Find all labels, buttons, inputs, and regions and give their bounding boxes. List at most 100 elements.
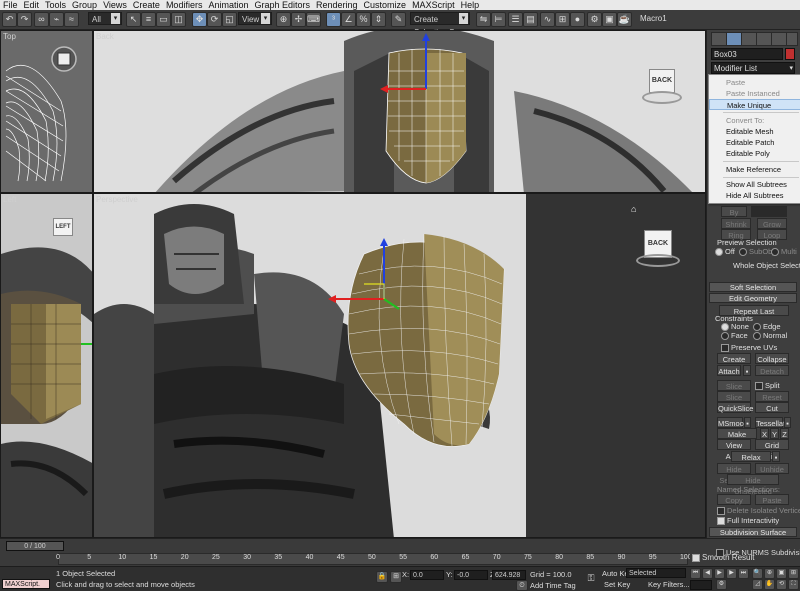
- preview-off-radio[interactable]: Off: [715, 247, 735, 257]
- constraint-normal-radio[interactable]: Normal: [753, 331, 787, 341]
- grow-button[interactable]: Grow: [757, 218, 787, 229]
- menu-group[interactable]: Group: [69, 0, 100, 10]
- relax-button[interactable]: Relax: [731, 451, 771, 462]
- set-key-button[interactable]: Set Key: [604, 580, 630, 589]
- viewcube-ring[interactable]: [636, 254, 680, 267]
- y-coord-field[interactable]: -0.0: [454, 570, 488, 580]
- delete-isolated-checkbox[interactable]: Delete Isolated Vertices: [717, 506, 800, 516]
- time-slider[interactable]: 0 / 100: [6, 541, 64, 551]
- select-scale-icon[interactable]: ◱: [222, 12, 237, 27]
- menu-edit[interactable]: Edit: [21, 0, 43, 10]
- x-coord-field[interactable]: 0.0: [410, 570, 444, 580]
- maximize-viewport-icon[interactable]: ⛶: [788, 579, 799, 590]
- material-editor-icon[interactable]: ●: [570, 12, 585, 27]
- viewcube-back[interactable]: BACK: [649, 69, 675, 93]
- menu-item-paste[interactable]: Paste: [709, 77, 800, 88]
- auto-key-dropdown[interactable]: Selected: [626, 568, 686, 578]
- add-time-tag[interactable]: Add Time Tag: [530, 581, 576, 590]
- next-frame-icon[interactable]: ▶: [726, 568, 737, 579]
- menu-animation[interactable]: Animation: [205, 0, 251, 10]
- graphite-ribbon-icon[interactable]: ▤: [523, 12, 538, 27]
- constraint-face-radio[interactable]: Face: [721, 331, 748, 341]
- display-tab-icon[interactable]: [771, 32, 787, 46]
- threshold-spinner[interactable]: [751, 206, 787, 217]
- angle-snap-icon[interactable]: ∠: [341, 12, 356, 27]
- make-planar-button[interactable]: Make Planar: [717, 428, 757, 450]
- key-filters-button[interactable]: Key Filters...: [648, 580, 690, 589]
- unlink-icon[interactable]: ⌁: [49, 12, 64, 27]
- select-by-name-icon[interactable]: ≡: [141, 12, 156, 27]
- bind-space-warp-icon[interactable]: ≈: [64, 12, 79, 27]
- play-icon[interactable]: ▶: [714, 568, 725, 579]
- object-name-field[interactable]: Box03: [711, 48, 783, 60]
- region-select-icon[interactable]: ▭: [156, 12, 171, 27]
- quickslice-button[interactable]: QuickSlice: [717, 402, 753, 413]
- select-move-icon[interactable]: ✥: [192, 12, 207, 27]
- menu-modifiers[interactable]: Modifiers: [163, 0, 206, 10]
- z-coord-field[interactable]: 624.928: [492, 570, 526, 580]
- menu-file[interactable]: File: [0, 0, 21, 10]
- zoom-extents-icon[interactable]: ▣: [776, 568, 787, 579]
- msmooth-button[interactable]: MSmooth: [717, 417, 750, 428]
- absolute-mode-icon[interactable]: ⊞: [390, 571, 402, 583]
- snap-toggle-icon[interactable]: ³: [326, 12, 341, 27]
- slice-plane-button[interactable]: Slice Plane: [717, 380, 751, 402]
- orbit-icon[interactable]: ⟲: [776, 579, 787, 590]
- menu-create[interactable]: Create: [130, 0, 163, 10]
- preserve-uvs-checkbox[interactable]: Preserve UVs: [721, 343, 777, 353]
- lock-selection-icon[interactable]: 🔒: [376, 571, 388, 583]
- menu-rendering[interactable]: Rendering: [313, 0, 361, 10]
- create-button[interactable]: Create: [717, 353, 751, 364]
- hierarchy-tab-icon[interactable]: [741, 32, 757, 46]
- modifier-list-dropdown[interactable]: Modifier List ▾: [711, 62, 795, 74]
- go-to-start-icon[interactable]: ⏮: [690, 568, 701, 579]
- menu-item-make-reference[interactable]: Make Reference: [709, 164, 800, 175]
- hide-unselected-button[interactable]: Hide Unselected: [727, 474, 779, 496]
- edit-named-selections-icon[interactable]: ✎: [391, 12, 406, 27]
- create-tab-icon[interactable]: [711, 32, 727, 46]
- time-tag-icon[interactable]: ⏲: [516, 580, 528, 591]
- grid-align-button[interactable]: Grid Align: [755, 439, 789, 461]
- menu-item-editable-poly[interactable]: Editable Poly: [709, 148, 800, 159]
- tessellate-button[interactable]: Tessellate: [755, 417, 789, 428]
- menu-item-show-all-subtrees[interactable]: Show All Subtrees: [709, 179, 800, 190]
- menu-item-paste-instanced[interactable]: Paste Instanced: [709, 88, 800, 99]
- window-crossing-icon[interactable]: ◫: [171, 12, 186, 27]
- view-align-button[interactable]: View Align: [717, 439, 751, 461]
- maxscript-listener[interactable]: MAXScript.: [2, 579, 50, 589]
- viewport-top[interactable]: Top: [0, 30, 93, 193]
- viewcube-left[interactable]: LEFT: [53, 218, 73, 236]
- copy-button[interactable]: Copy: [717, 494, 751, 505]
- time-config-icon[interactable]: ⚙: [716, 579, 727, 590]
- named-selection-dropdown[interactable]: Create Selection Se▾: [410, 12, 470, 37]
- keyboard-shortcut-icon[interactable]: ⌨: [306, 12, 321, 27]
- zoom-all-icon[interactable]: ⊕: [764, 568, 775, 579]
- layer-manager-icon[interactable]: ☰: [508, 12, 523, 27]
- menu-tools[interactable]: Tools: [42, 0, 69, 10]
- zoom-extents-all-icon[interactable]: ⊞: [788, 568, 799, 579]
- menu-item-hide-all-subtrees[interactable]: Hide All Subtrees: [709, 190, 800, 201]
- motion-tab-icon[interactable]: [756, 32, 772, 46]
- percent-snap-icon[interactable]: %: [356, 12, 371, 27]
- curve-editor-icon[interactable]: ∿: [540, 12, 555, 27]
- unhide-all-button[interactable]: Unhide All: [755, 463, 789, 485]
- cut-button[interactable]: Cut: [755, 402, 789, 413]
- align-icon[interactable]: ⊨: [491, 12, 506, 27]
- schematic-view-icon[interactable]: ⊞: [555, 12, 570, 27]
- zoom-icon[interactable]: 🔍: [752, 568, 763, 579]
- preview-subobj-radio[interactable]: SubObj: [739, 247, 774, 257]
- attach-settings-icon[interactable]: ▪: [743, 365, 751, 376]
- render-setup-icon[interactable]: ⚙: [587, 12, 602, 27]
- modify-tab-icon[interactable]: [726, 32, 742, 46]
- object-color-swatch[interactable]: [785, 48, 795, 60]
- detach-button[interactable]: Detach: [755, 365, 789, 376]
- current-frame-field[interactable]: [690, 580, 712, 590]
- timeline[interactable]: 0 / 100 0 5 10 15 20 25 30 35 40 45 50 55 60 65 70 75 80…: [0, 538, 800, 567]
- hide-selected-button[interactable]: Hide Selected: [717, 463, 751, 485]
- slice-button[interactable]: Slice: [717, 391, 751, 402]
- menu-item-editable-mesh[interactable]: Editable Mesh: [709, 126, 800, 137]
- pivot-center-icon[interactable]: ⊕: [276, 12, 291, 27]
- relax-settings-icon[interactable]: ▪: [772, 451, 780, 462]
- soft-selection-rollout[interactable]: Soft Selection: [709, 282, 797, 292]
- tessellate-settings-icon[interactable]: ▪: [784, 417, 791, 428]
